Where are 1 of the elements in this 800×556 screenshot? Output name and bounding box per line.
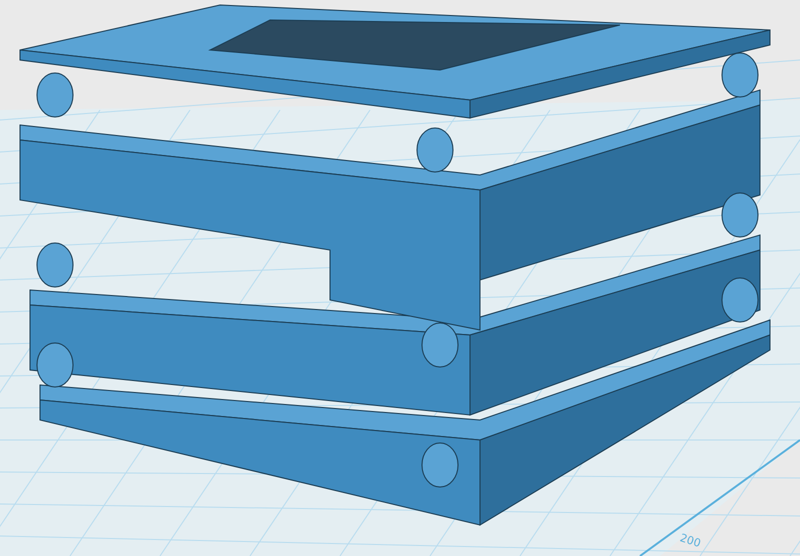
grid-label: 200 (678, 531, 702, 550)
